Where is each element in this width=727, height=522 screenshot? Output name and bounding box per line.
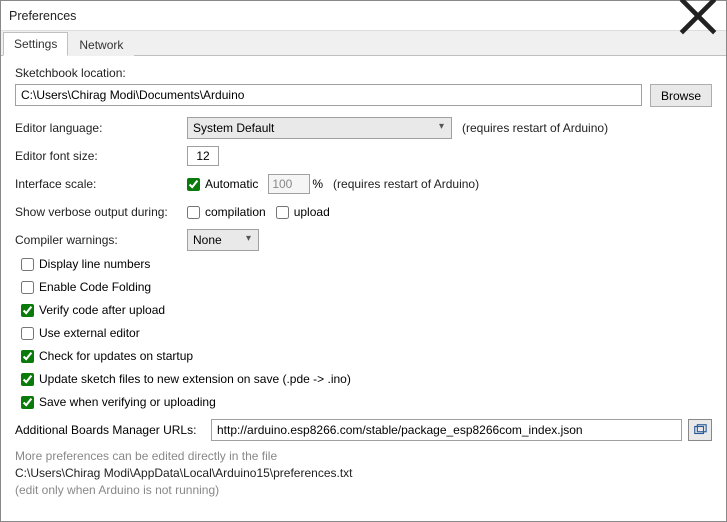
verbose-compilation-input[interactable] — [187, 206, 200, 219]
compiler-warnings-label: Compiler warnings: — [15, 233, 187, 247]
interface-scale-automatic-input[interactable] — [187, 178, 200, 191]
footer-path: C:\Users\Chirag Modi\AppData\Local\Ardui… — [15, 466, 712, 480]
preferences-window: Preferences Settings Network Sketchbook … — [0, 0, 727, 522]
verbose-upload-input[interactable] — [276, 206, 289, 219]
boards-urls-edit-button[interactable] — [688, 419, 712, 441]
editor-language-label: Editor language: — [15, 121, 187, 135]
editor-language-hint: (requires restart of Arduino) — [462, 121, 608, 135]
check-updates-input[interactable] — [21, 350, 34, 363]
compiler-warnings-select[interactable]: None — [187, 229, 259, 251]
interface-scale-hint: (requires restart of Arduino) — [333, 177, 479, 191]
interface-scale-automatic-checkbox[interactable]: Automatic — [187, 177, 258, 191]
use-external-editor-input[interactable] — [21, 327, 34, 340]
settings-panel: Sketchbook location: Browse Editor langu… — [1, 56, 726, 510]
verbose-upload-checkbox[interactable]: upload — [276, 205, 330, 219]
window-title: Preferences — [9, 9, 678, 23]
update-sketch-ext-checkbox[interactable]: Update sketch files to new extension on … — [21, 372, 702, 386]
verify-after-upload-input[interactable] — [21, 304, 34, 317]
tab-network[interactable]: Network — [68, 33, 134, 56]
boards-urls-input[interactable] — [211, 419, 682, 441]
browse-button[interactable]: Browse — [650, 84, 712, 107]
verify-after-upload-checkbox[interactable]: Verify code after upload — [21, 303, 702, 317]
boards-urls-label: Additional Boards Manager URLs: — [15, 423, 205, 437]
close-icon[interactable] — [678, 2, 718, 30]
footer-line3: (edit only when Arduino is not running) — [15, 483, 712, 497]
tabs: Settings Network — [1, 31, 726, 56]
editor-font-size-label: Editor font size: — [15, 149, 187, 163]
interface-scale-input — [268, 174, 310, 194]
display-line-numbers-checkbox[interactable]: Display line numbers — [21, 257, 702, 271]
check-updates-checkbox[interactable]: Check for updates on startup — [21, 349, 702, 363]
enable-code-folding-checkbox[interactable]: Enable Code Folding — [21, 280, 702, 294]
sketchbook-location-input[interactable] — [15, 84, 642, 106]
titlebar: Preferences — [1, 1, 726, 31]
save-when-verifying-checkbox[interactable]: Save when verifying or uploading — [21, 395, 702, 409]
editor-language-select[interactable]: System Default — [187, 117, 452, 139]
enable-code-folding-input[interactable] — [21, 281, 34, 294]
window-icon — [693, 423, 707, 437]
verbose-label: Show verbose output during: — [15, 205, 187, 219]
interface-scale-label: Interface scale: — [15, 177, 187, 191]
use-external-editor-checkbox[interactable]: Use external editor — [21, 326, 702, 340]
display-line-numbers-input[interactable] — [21, 258, 34, 271]
editor-font-size-input[interactable] — [187, 146, 219, 166]
save-when-verifying-input[interactable] — [21, 396, 34, 409]
footer-line1: More preferences can be edited directly … — [15, 449, 712, 463]
verbose-compilation-checkbox[interactable]: compilation — [187, 205, 266, 219]
update-sketch-ext-input[interactable] — [21, 373, 34, 386]
sketchbook-location-label: Sketchbook location: — [15, 66, 712, 80]
percent-label: % — [312, 177, 323, 191]
tab-settings[interactable]: Settings — [3, 32, 68, 56]
